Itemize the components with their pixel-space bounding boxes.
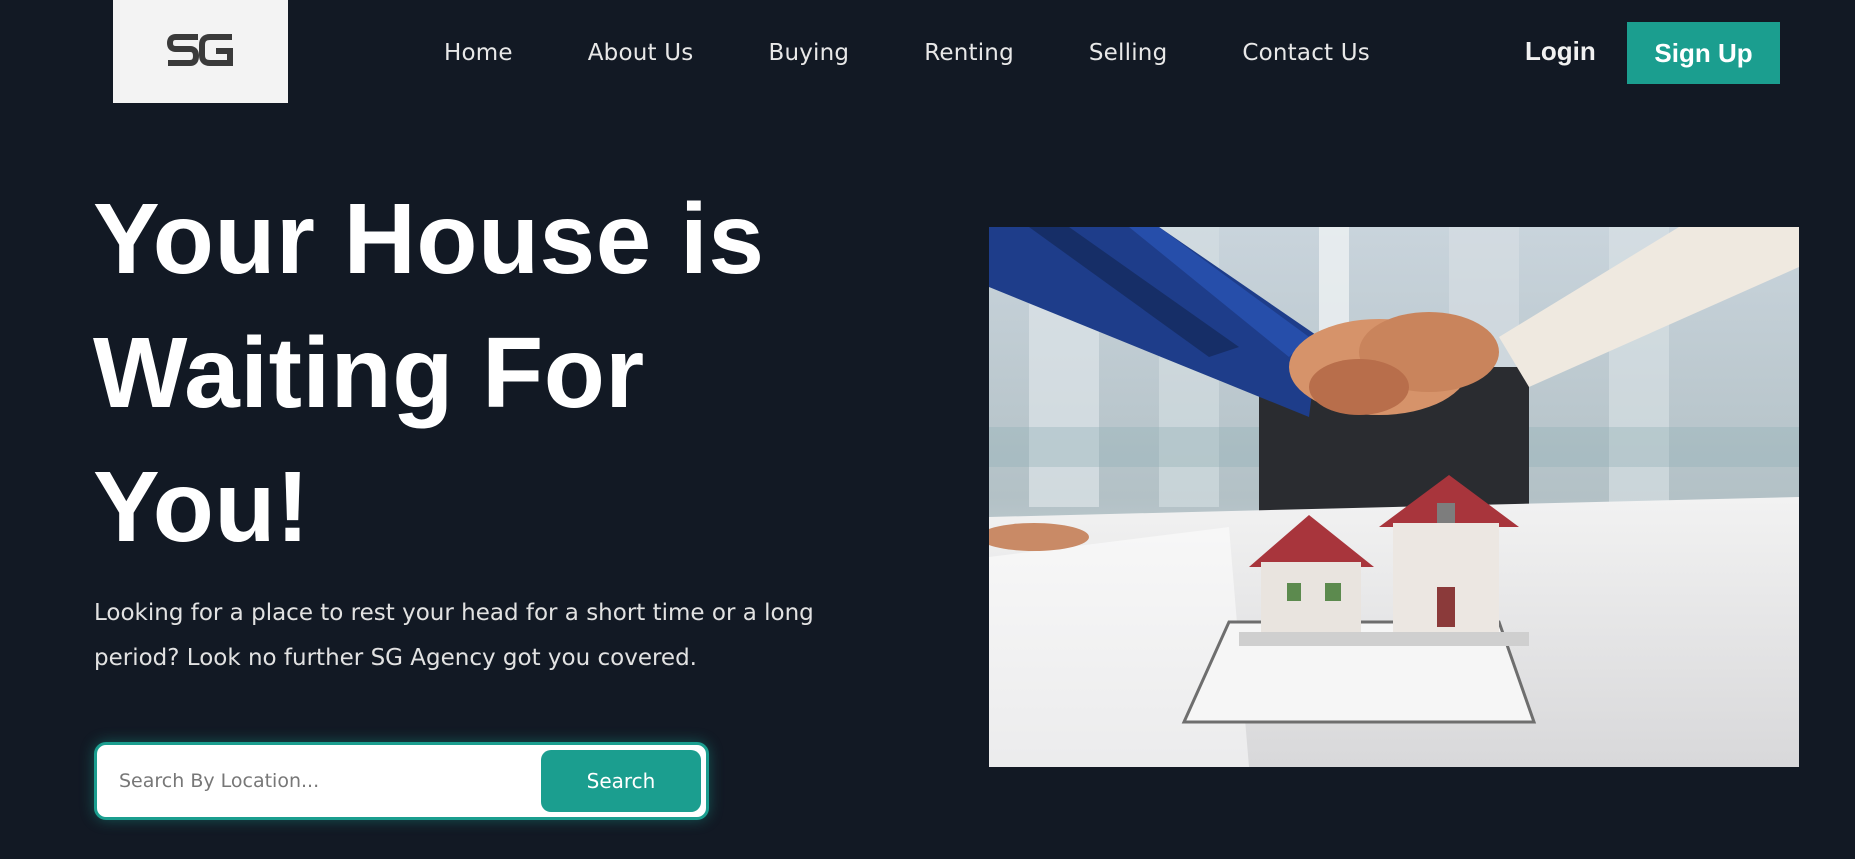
search-input[interactable] (97, 745, 541, 817)
nav-buying[interactable]: Buying (768, 40, 849, 66)
nav-renting[interactable]: Renting (924, 40, 1014, 66)
search-bar: Search (94, 742, 709, 820)
login-link[interactable]: Login (1525, 36, 1596, 67)
hero-image (989, 227, 1799, 767)
nav-selling[interactable]: Selling (1089, 40, 1168, 66)
main-nav: Home About Us Buying Renting Selling Con… (444, 36, 1370, 70)
headline-line-2: Waiting For (93, 317, 645, 429)
signup-button[interactable]: Sign Up (1627, 22, 1780, 84)
nav-home[interactable]: Home (444, 40, 513, 66)
hero-subtext: Looking for a place to rest your head fo… (94, 600, 814, 671)
headline-line-1: Your House is (93, 183, 765, 295)
nav-about-us[interactable]: About Us (588, 40, 694, 66)
headline-line-3: You! (93, 451, 310, 563)
handshake-house-image (989, 227, 1799, 767)
sg-logo-icon (166, 33, 233, 66)
nav-contact-us[interactable]: Contact Us (1242, 40, 1370, 66)
logo[interactable] (113, 0, 288, 103)
hero-headline: Your House is Waiting For You! (93, 172, 873, 574)
search-button[interactable]: Search (541, 750, 701, 812)
